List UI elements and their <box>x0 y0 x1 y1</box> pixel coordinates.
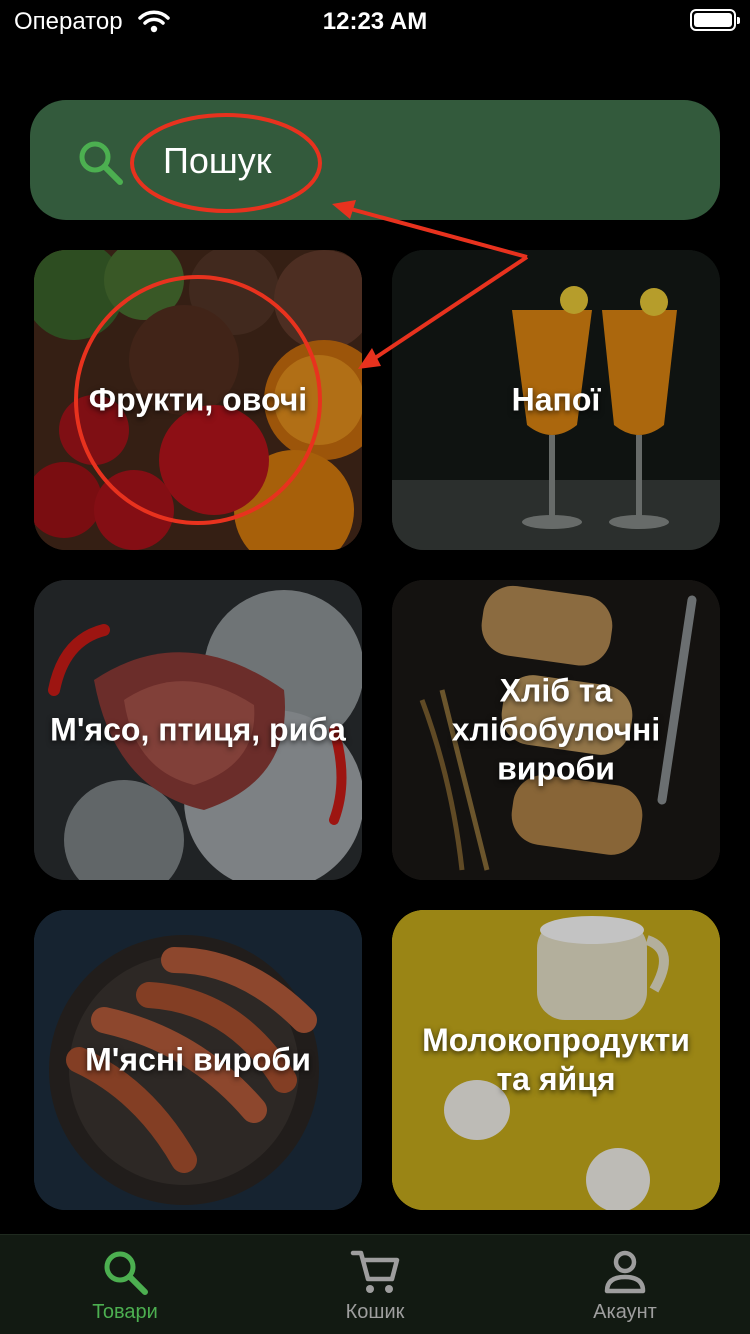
cart-icon <box>350 1250 400 1293</box>
clock: 12:23 AM <box>322 8 428 35</box>
tab-cart[interactable]: Кошик <box>250 1235 500 1334</box>
tab-products[interactable]: Товари <box>0 1235 250 1334</box>
category-label: М'ясо, птиця, риба <box>50 711 346 748</box>
tab-account[interactable]: Акаунт <box>500 1235 750 1334</box>
tab-label: Товари <box>92 1301 158 1323</box>
category-tile-sausages[interactable]: М'ясні вироби <box>34 910 362 1210</box>
tab-label: Кошик <box>345 1301 405 1323</box>
tab-label: Акаунт <box>593 1301 657 1323</box>
search-icon <box>104 1251 148 1295</box>
category-tile-dairy-eggs[interactable]: Молокопродукти та яйця <box>392 910 720 1210</box>
category-tile-drinks[interactable]: Напої <box>392 250 720 550</box>
search-icon <box>79 141 123 185</box>
account-icon <box>604 1250 646 1294</box>
status-bar: Оператор 12:23 AM <box>0 0 750 42</box>
category-label: М'ясні вироби <box>85 1041 311 1078</box>
category-tile-meat-fish[interactable]: М'ясо, птиця, риба <box>34 580 362 880</box>
category-label: Молокопродукти та яйця <box>422 1022 690 1097</box>
category-label: Напої <box>511 381 601 418</box>
category-tile-bread[interactable]: Хліб та хлібобулочні вироби <box>392 580 720 880</box>
search-bar[interactable] <box>30 100 720 220</box>
category-label: Хліб та хлібобулочні вироби <box>451 672 661 787</box>
category-tile-fruits-vegetables[interactable]: Фрукти, овочі <box>34 250 362 550</box>
category-label: Фрукти, овочі <box>88 381 308 418</box>
tab-bar: Товари Кошик Акаунт <box>0 1234 750 1334</box>
battery-icon <box>690 9 740 31</box>
search-input[interactable]: Пошук <box>163 140 272 182</box>
